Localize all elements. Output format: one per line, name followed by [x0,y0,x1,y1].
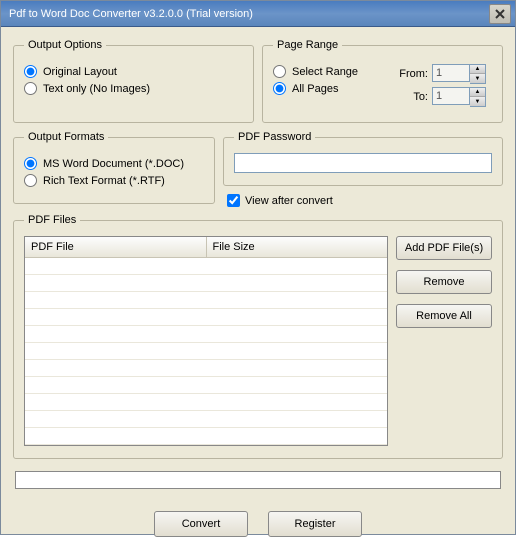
table-row[interactable] [25,376,387,393]
convert-button[interactable]: Convert [154,511,248,537]
original-layout-radio[interactable] [24,65,37,78]
doc-format-label: MS Word Document (*.DOC) [43,158,184,170]
add-pdf-button[interactable]: Add PDF File(s) [396,236,492,260]
page-range-legend: Page Range [273,39,342,51]
output-formats-legend: Output Formats [24,131,108,143]
table-row[interactable] [25,359,387,376]
all-pages-label: All Pages [292,83,338,95]
page-range-group: Page Range Select Range All Pages [262,39,503,123]
output-options-group: Output Options Original Layout Text only… [13,39,254,123]
select-range-option[interactable]: Select Range [273,65,392,78]
table-row[interactable] [25,427,387,444]
rtf-format-label: Rich Text Format (*.RTF) [43,175,165,187]
pdf-files-legend: PDF Files [24,214,80,226]
col-header-size[interactable]: File Size [206,237,387,257]
close-icon [495,9,505,19]
from-spin-down[interactable]: ▼ [470,74,485,83]
register-button[interactable]: Register [268,511,362,537]
pdf-password-input[interactable] [234,153,492,173]
select-range-label: Select Range [292,66,358,78]
view-after-label: View after convert [245,195,333,207]
original-layout-option[interactable]: Original Layout [24,65,243,78]
to-spin-down[interactable]: ▼ [470,97,485,106]
to-label: To: [392,91,428,103]
close-button[interactable] [489,4,511,24]
file-table: PDF File File Size [25,237,387,445]
all-pages-option[interactable]: All Pages [273,82,392,95]
doc-format-radio[interactable] [24,157,37,170]
table-row[interactable] [25,393,387,410]
to-spin-up[interactable]: ▲ [470,88,485,97]
content-area: Output Options Original Layout Text only… [1,27,515,549]
file-table-container[interactable]: PDF File File Size [24,236,388,446]
remove-button[interactable]: Remove [396,270,492,294]
remove-all-button[interactable]: Remove All [396,304,492,328]
pdf-password-group: PDF Password [223,131,503,186]
view-after-checkbox[interactable] [227,194,240,207]
table-row[interactable] [25,410,387,427]
pdf-files-group: PDF Files PDF File File Size [13,214,503,459]
table-row[interactable] [25,342,387,359]
output-formats-group: Output Formats MS Word Document (*.DOC) … [13,131,215,204]
table-row[interactable] [25,325,387,342]
pdf-password-legend: PDF Password [234,131,315,143]
table-row[interactable] [25,308,387,325]
from-input[interactable] [432,64,470,82]
text-only-label: Text only (No Images) [43,83,150,95]
from-spin-up[interactable]: ▲ [470,65,485,74]
text-only-option[interactable]: Text only (No Images) [24,82,243,95]
to-input[interactable] [432,87,470,105]
titlebar: Pdf to Word Doc Converter v3.2.0.0 (Tria… [1,1,515,27]
view-after-option[interactable]: View after convert [227,194,503,207]
all-pages-radio[interactable] [273,82,286,95]
col-header-file[interactable]: PDF File [25,237,206,257]
rtf-format-option[interactable]: Rich Text Format (*.RTF) [24,174,204,187]
original-layout-label: Original Layout [43,66,117,78]
output-options-legend: Output Options [24,39,106,51]
table-row[interactable] [25,274,387,291]
select-range-radio[interactable] [273,65,286,78]
table-row[interactable] [25,291,387,308]
table-row[interactable] [25,257,387,274]
doc-format-option[interactable]: MS Word Document (*.DOC) [24,157,204,170]
from-label: From: [392,68,428,80]
rtf-format-radio[interactable] [24,174,37,187]
app-window: Pdf to Word Doc Converter v3.2.0.0 (Tria… [0,0,516,535]
app-title: Pdf to Word Doc Converter v3.2.0.0 (Tria… [9,8,489,20]
progress-bar [15,471,501,489]
text-only-radio[interactable] [24,82,37,95]
